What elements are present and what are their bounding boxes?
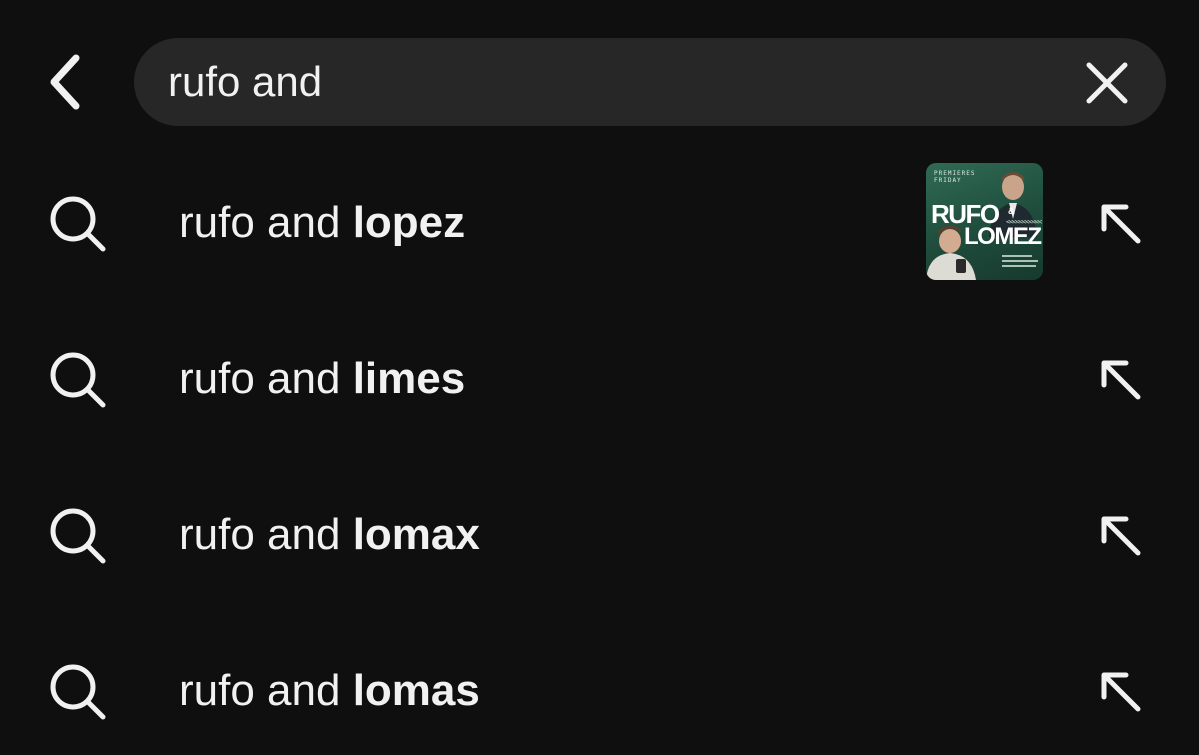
suggestion-item[interactable]: rufo and lomax [0,457,1199,613]
arrow-up-left-icon [1101,516,1141,556]
suggestion-completion: lomas [352,666,480,715]
thumbnail-fine-print [1002,255,1040,273]
suggestion-completion: lopez [352,198,466,247]
suggestion-prefix: rufo and [179,198,353,247]
suggestion-completion: limes [352,354,466,403]
suggestion-text: rufo and limes [179,301,465,457]
suggestion-prefix: rufo and [179,666,353,715]
close-icon [1086,62,1128,104]
fill-query-button[interactable] [1092,663,1150,721]
search-icon [48,194,108,254]
thumbnail-premieres-text: PREMIERES FRIDAY [934,170,976,184]
search-screen: rufo and lopez PREMIERES FRIDAY <<<<<<<<… [0,0,1199,755]
suggestion-prefix: rufo and [179,354,353,403]
suggestion-text: rufo and lopez [179,145,465,301]
suggestion-text: rufo and lomax [179,457,480,613]
suggestion-text: rufo and lomas [179,613,480,755]
clear-search-button[interactable] [1084,60,1130,106]
fill-query-button[interactable] [1092,351,1150,409]
search-icon [48,350,108,410]
thumbnail-title-ampersand: & [1008,206,1015,216]
search-icon [48,662,108,722]
search-icon [48,506,108,566]
search-input[interactable] [168,38,1048,126]
arrow-up-left-icon [1101,360,1141,400]
suggestion-item[interactable]: rufo and limes [0,301,1199,457]
fill-query-button[interactable] [1092,507,1150,565]
suggestion-completion: lomax [352,510,480,559]
fill-query-button[interactable] [1092,195,1150,253]
suggestion-item[interactable]: rufo and lomas [0,613,1199,755]
arrow-up-left-icon [1101,672,1141,712]
back-button[interactable] [34,44,94,120]
thumbnail-title-lomez: LOMEZ [964,223,1042,250]
suggestion-prefix: rufo and [179,510,353,559]
suggestion-thumbnail[interactable]: PREMIERES FRIDAY <<<<<<<<<<< RUFO & LOME… [926,163,1043,280]
arrow-up-left-icon [1101,204,1141,244]
suggestion-list: rufo and lopez PREMIERES FRIDAY <<<<<<<<… [0,145,1199,755]
suggestion-item[interactable]: rufo and lopez PREMIERES FRIDAY <<<<<<<<… [0,145,1199,301]
search-bar [134,38,1166,126]
chevron-left-icon [50,54,80,110]
